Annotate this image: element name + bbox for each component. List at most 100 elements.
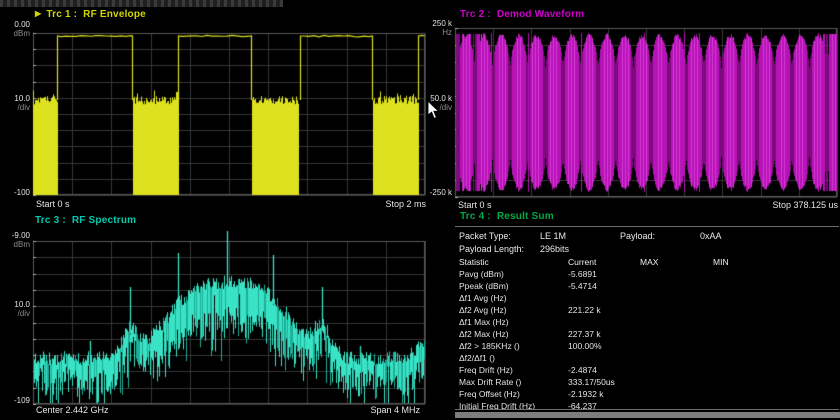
statistic-label: Pavg (dBm) [459,268,568,280]
info-cell: 296bits [540,243,620,256]
statistic-label: Δf1 Avg (Hz) [459,292,568,304]
info-cell: Packet Type: [459,230,540,243]
statistic-value: -2.4874 [568,364,640,376]
table-row: Initial Freq Drift (Hz)-64.237 [459,400,839,410]
statistic-value [713,376,839,388]
trace3-title: Trc 3 : RF Spectrum [35,215,136,226]
statistic-value [713,364,839,376]
trc3-center-label: Center 2.442 GHz [36,405,109,415]
statistic-value [713,400,839,410]
statistic-value [713,304,839,316]
statistic-value [640,316,713,328]
trc1-per-div: 10.0 [2,94,30,103]
statistic-value: -5.4714 [568,280,640,292]
trc2-ref-unit: Hz [424,28,452,37]
statistic-value [640,364,713,376]
info-cell: Payload: [620,230,700,243]
statistic-value [640,376,713,388]
table-row: Δf2 Avg (Hz)221.22 k [459,304,839,316]
trc3-ref-unit: dBm [2,240,30,249]
column-header: MIN [713,256,839,268]
trc2-min-level: -250 k [424,188,452,197]
info-cell [620,243,700,256]
statistic-value [640,268,713,280]
trace1-header[interactable]: ▶ Trc 1 : RF Envelope [35,9,146,20]
info-row: Payload Length:296bits [459,243,839,256]
trc3-per-div-unit: /div [2,309,30,318]
statistic-value [568,352,640,364]
trace4-title: Trc 4 : Result Sum [460,211,554,222]
statistic-value [640,304,713,316]
trc3-span-label: Span 4 MHz [326,405,420,415]
statistic-label: Initial Freq Drift (Hz) [459,400,568,410]
statistic-value [713,388,839,400]
table-row: Freq Drift (Hz)-2.4874 [459,364,839,376]
trc2-stop-label: Stop 378.125 us [726,200,838,210]
trace2-title: Trc 2 : Demod Waveform [460,9,584,20]
mouse-cursor-icon [427,101,440,120]
table-row: Δf1 Max (Hz) [459,316,839,328]
column-header: Current [568,256,640,268]
statistic-value [640,292,713,304]
statistic-value [713,316,839,328]
statistic-label: Δf2 Avg (Hz) [459,304,568,316]
table-row: Max Drift Rate ()333.17/50us [459,376,839,388]
statistic-value [640,328,713,340]
trc3-ref-level: -9.00 [2,231,30,240]
statistic-label: Δf2 > 185KHz () [459,340,568,352]
statistic-value [713,280,839,292]
window-texture-strip [0,0,283,7]
table-row: Δf2 > 185KHz ()100.00% [459,340,839,352]
info-row: Packet Type:LE 1MPayload:0xAA [459,230,839,243]
column-header: MAX [640,256,713,268]
statistic-label: Freq Drift (Hz) [459,364,568,376]
trace3-header[interactable]: Trc 3 : RF Spectrum [35,215,136,226]
trc1-min-level: -100 [2,188,30,197]
statistic-value: -5.6891 [568,268,640,280]
statistic-value: 333.17/50us [568,376,640,388]
statistic-value [713,352,839,364]
statistic-value [640,340,713,352]
statistic-label: Δf2 Max (Hz) [459,328,568,340]
rf-spectrum-plot[interactable] [32,227,426,407]
trace1-title: Trc 1 : RF Envelope [46,9,146,20]
trace-select-marker-icon: ▶ [35,9,41,18]
trc2-start-label: Start 0 s [458,200,492,210]
statistic-value [713,328,839,340]
info-cell [700,243,839,256]
statistic-value: 100.00% [568,340,640,352]
statistic-label: Max Drift Rate () [459,376,568,388]
table-row: Δf1 Avg (Hz) [459,292,839,304]
demod-waveform-plot[interactable] [454,26,839,200]
trc1-ref-unit: dBm [2,29,30,38]
statistic-value [713,268,839,280]
window-bottom-strip [455,412,840,418]
statistic-value [713,292,839,304]
statistic-value [640,280,713,292]
statistic-value [568,292,640,304]
table-row: Δf2/Δf1 () [459,352,839,364]
statistic-value [568,316,640,328]
statistic-value [640,388,713,400]
table-row: Pavg (dBm)-5.6891 [459,268,839,280]
statistic-label: Δf1 Max (Hz) [459,316,568,328]
statistic-value [640,352,713,364]
analyzer-screen: ▶Trc 1 : RF Envelope 0.00 dBm 10.0 /div … [0,0,840,420]
statistic-value: -64.237 [568,400,640,410]
statistic-header-row: StatisticCurrentMAXMIN [459,256,839,268]
rf-envelope-plot[interactable] [32,26,426,198]
trc1-per-div-unit: /div [2,103,30,112]
statistic-label: Ppeak (dBm) [459,280,568,292]
table-row: Δf2 Max (Hz)227.37 k [459,328,839,340]
trace2-header[interactable]: Trc 2 : Demod Waveform [460,9,584,20]
statistic-value: 221.22 k [568,304,640,316]
trace4-header[interactable]: Trc 4 : Result Sum [460,211,554,222]
table-row: Ppeak (dBm)-5.4714 [459,280,839,292]
statistic-value [713,340,839,352]
statistic-label: Freq Offset (Hz) [459,388,568,400]
info-cell: Payload Length: [459,243,540,256]
trc2-ref-level: 250 k [424,19,452,28]
statistic-label: Δf2/Δf1 () [459,352,568,364]
trc3-per-div: 10.0 [2,300,30,309]
info-cell: LE 1M [540,230,620,243]
